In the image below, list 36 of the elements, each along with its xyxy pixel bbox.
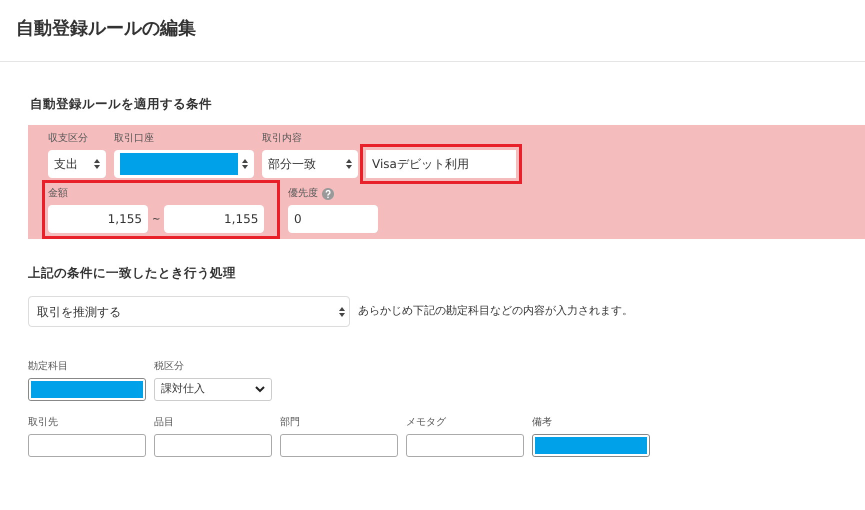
field-label: 優先度 (288, 186, 318, 201)
input-field[interactable] (28, 434, 146, 457)
field-label: 金額 (48, 186, 69, 201)
select-field[interactable] (114, 150, 254, 178)
amount-min-field[interactable]: 1,155 (48, 205, 148, 233)
select-arrows-icon (94, 159, 100, 169)
field-label: 備考 (532, 416, 553, 430)
select-arrows-icon (346, 159, 352, 169)
range-separator: ~ (152, 212, 160, 226)
tax-select[interactable]: 課対仕入 (154, 378, 272, 401)
input-field[interactable]: Visaデビット利用 (366, 150, 516, 178)
select-field[interactable]: 支出 (48, 150, 106, 178)
page-title: 自動登録ルールの編集 (0, 0, 865, 62)
field-label: 部門 (280, 416, 301, 430)
field-label: 取引内容 (262, 132, 303, 146)
field-label: 収支区分 (48, 132, 89, 146)
select-field[interactable]: 部分一致 (262, 150, 358, 178)
section-heading: 自動登録ルールを適用する条件 (30, 96, 213, 111)
input-field[interactable] (406, 434, 524, 457)
priority-field[interactable]: 0 (288, 205, 378, 233)
field-label: 取引口座 (114, 132, 155, 146)
hint-text: あらかじめ下記の勘定科目などの内容が入力されます。 (358, 303, 633, 320)
input-field[interactable] (154, 434, 272, 457)
select-arrows-icon (242, 159, 248, 169)
field-label: 品目 (154, 416, 175, 430)
field-label: メモタグ (406, 416, 447, 430)
action-select[interactable]: 取引を推測する (28, 296, 350, 327)
section-heading: 上記の条件に一致したとき行う処理 (28, 265, 237, 280)
amount-max-field[interactable]: 1,155 (164, 205, 264, 233)
help-icon[interactable] (322, 188, 334, 200)
chevron-down-icon (255, 386, 265, 393)
input-field[interactable] (280, 434, 398, 457)
field-label: 税区分 (154, 360, 185, 374)
select-arrows-icon (339, 306, 345, 316)
field-label: 勘定科目 (28, 360, 69, 374)
field-label: 取引先 (28, 416, 59, 430)
